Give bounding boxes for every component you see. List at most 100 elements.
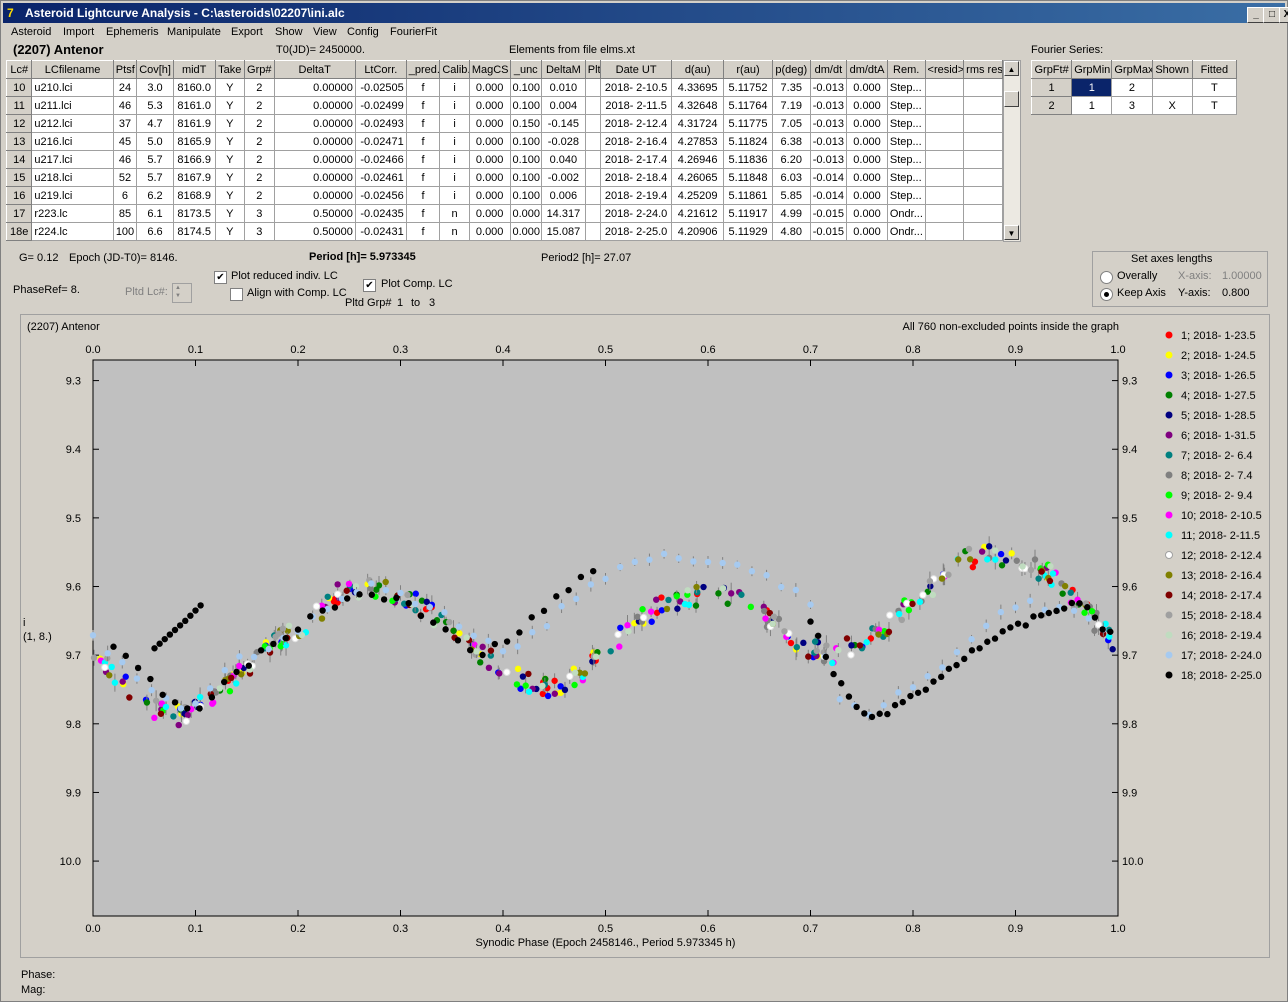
table-cell[interactable]: 5.11836 [723,150,773,169]
fourier-cell[interactable]: T [1191,96,1238,115]
table-cell[interactable]: 8166.9 [172,150,216,169]
overally-radio[interactable] [1100,271,1113,284]
table-cell[interactable]: i [439,168,470,187]
menu-config[interactable]: Config [347,26,379,38]
table-cell[interactable]: i [439,132,470,151]
table-cell[interactable] [584,222,602,241]
row-header[interactable]: 13 [5,132,33,151]
fourier-row[interactable]: 213XT [1030,96,1238,115]
table-cell[interactable]: 5.11824 [723,132,773,151]
table-cell[interactable]: 4.80 [771,222,811,241]
table-cell[interactable]: 4.27853 [671,132,725,151]
column-header[interactable]: DeltaM [541,60,586,79]
table-cell[interactable] [584,78,602,97]
column-header[interactable]: Ptsf [112,60,138,79]
table-cell[interactable]: 0.000 [468,132,511,151]
table-cell[interactable]: u217.lci [31,150,114,169]
table-cell[interactable]: u218.lci [31,168,114,187]
table-cell[interactable]: -0.02493 [354,114,407,133]
table-cell[interactable]: 0.000 [468,204,511,223]
table-cell[interactable]: Ondr... [886,204,926,223]
table-cell[interactable]: 0.000 [846,204,888,223]
table-cell[interactable]: 6 [112,186,138,205]
column-header[interactable]: dm/dtA [846,60,888,79]
keep-axis-radio[interactable] [1100,288,1113,301]
table-cell[interactable] [584,186,602,205]
lightcurve-table[interactable]: Lc# LCfilename Ptsf Cov[h] midT Take Grp# Delta… [5,60,1003,241]
table-cell[interactable]: 0.00000 [273,132,356,151]
table-cell[interactable]: 0.006 [541,186,586,205]
table-row[interactable]: 17 r223.lc 85 6.1 8173.5 Y 3 0.50000 -0.02435 f n 0… [5,204,1003,223]
table-cell[interactable]: 2018- 2-18.4 [600,168,673,187]
column-header[interactable]: LCfilename [31,60,114,79]
table-cell[interactable]: 6.03 [771,168,811,187]
menu-view[interactable]: View [313,26,337,38]
fourier-cell[interactable]: T [1191,78,1238,97]
table-cell[interactable] [584,204,602,223]
title-bar[interactable]: 7 Asteroid Lightcurve Analysis - C:\aste… [3,3,1288,23]
table-cell[interactable]: 2018- 2-17.4 [600,150,673,169]
table-cell[interactable]: 0.100 [509,186,543,205]
fourier-row[interactable]: 112T [1030,78,1238,97]
row-header[interactable]: 10 [5,78,33,97]
table-cell[interactable]: Step... [886,132,926,151]
row-header[interactable]: 16 [5,186,33,205]
row-header[interactable]: 15 [5,168,33,187]
table-cell[interactable]: -0.013 [809,114,848,133]
table-cell[interactable]: 3 [244,204,275,223]
table-cell[interactable] [924,186,965,205]
column-header[interactable]: _pred. [405,60,441,79]
table-cell[interactable]: -0.02461 [354,168,407,187]
column-header[interactable]: DeltaT [273,60,356,79]
table-cell[interactable]: 0.000 [846,114,888,133]
table-cell[interactable] [924,150,965,169]
table-cell[interactable]: 6.38 [771,132,811,151]
table-cell[interactable]: 2018- 2-11.5 [600,96,673,115]
table-cell[interactable]: 0.000 [846,168,888,187]
table-cell[interactable]: 0.00000 [273,78,356,97]
table-cell[interactable]: 6.20 [771,150,811,169]
table-cell[interactable]: 3.0 [136,78,174,97]
table-cell[interactable]: -0.145 [541,114,586,133]
column-header[interactable]: Lc# [5,60,33,79]
table-cell[interactable]: u210.lci [31,78,114,97]
table-cell[interactable]: 5.11848 [723,168,773,187]
table-cell[interactable]: 15.087 [541,222,586,241]
table-cell[interactable]: 37 [112,114,138,133]
scroll-thumb[interactable] [1004,91,1019,107]
table-cell[interactable]: -0.015 [809,222,848,241]
table-cell[interactable]: Step... [886,168,926,187]
table-row[interactable]: 14 u217.lci 46 5.7 8166.9 Y 2 0.00000 -0.02466 f i… [5,150,1003,169]
table-cell[interactable]: 5.0 [136,132,174,151]
table-cell[interactable]: 0.000 [468,78,511,97]
table-cell[interactable]: 4.31724 [671,114,725,133]
table-cell[interactable]: 46 [112,150,138,169]
table-cell[interactable]: 4.26065 [671,168,725,187]
table-cell[interactable]: 0.00000 [273,168,356,187]
fourier-cell[interactable]: 1 [1071,78,1113,97]
table-cell[interactable]: 2 [244,114,275,133]
table-cell[interactable] [584,114,602,133]
table-cell[interactable]: i [439,114,470,133]
table-cell[interactable]: f [405,78,441,97]
table-cell[interactable]: 8173.5 [172,204,216,223]
table-cell[interactable]: u216.lci [31,132,114,151]
table-cell[interactable]: 2 [244,168,275,187]
table-cell[interactable]: 46 [112,96,138,115]
table-cell[interactable]: Y [214,96,246,115]
table-cell[interactable]: 85 [112,204,138,223]
row-header[interactable]: 17 [5,204,33,223]
table-cell[interactable]: 8174.5 [172,222,216,241]
table-cell[interactable]: f [405,168,441,187]
table-cell[interactable]: 0.00000 [273,114,356,133]
table-cell[interactable]: Ondr... [886,222,926,241]
table-cell[interactable]: 0.100 [509,132,543,151]
lightcurve-chart[interactable]: (2207) Antenor All 760 non-excluded point… [21,315,1269,957]
table-cell[interactable]: f [405,132,441,151]
table-cell[interactable]: 0.000 [468,222,511,241]
table-cell[interactable]: i [439,150,470,169]
table-cell[interactable]: f [405,186,441,205]
table-cell[interactable]: 45 [112,132,138,151]
table-cell[interactable]: -0.02431 [354,222,407,241]
table-cell[interactable]: 0.010 [541,78,586,97]
